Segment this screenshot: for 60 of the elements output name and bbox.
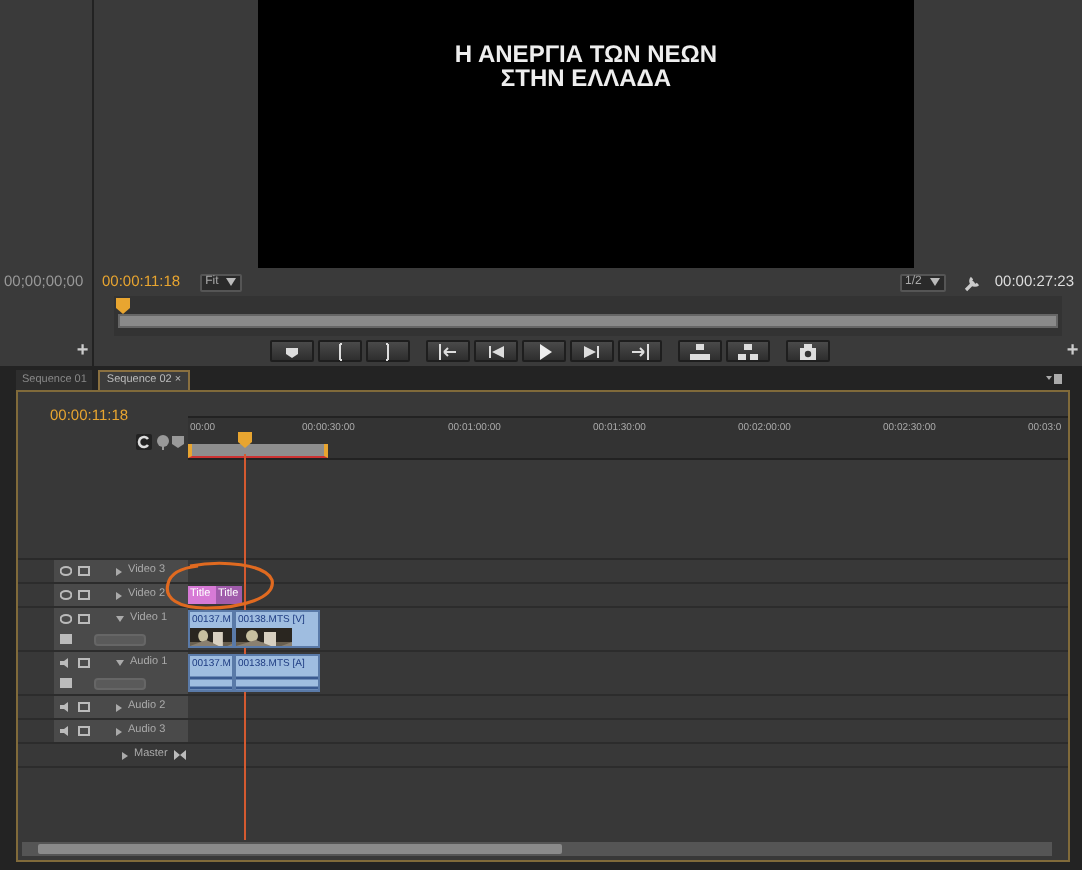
waveform-drawing — [236, 672, 318, 690]
zoom-scroll-bar[interactable] — [118, 314, 1058, 328]
expand-triangle-icon[interactable] — [116, 567, 122, 575]
eye-icon[interactable] — [60, 590, 72, 600]
go-to-out-button[interactable] — [618, 340, 663, 362]
playhead-icon[interactable] — [116, 298, 130, 314]
waveform-drawing — [190, 672, 232, 690]
lift-button[interactable] — [678, 340, 723, 362]
playhead-line[interactable] — [244, 454, 246, 840]
step-forward-icon — [582, 341, 603, 361]
settings-icon[interactable] — [964, 273, 983, 291]
go-to-in-icon — [438, 341, 459, 361]
expand-triangle-icon[interactable] — [116, 591, 122, 599]
expand-triangle-icon[interactable] — [116, 703, 122, 711]
step-forward-button[interactable] — [570, 340, 615, 362]
speaker-icon[interactable] — [60, 658, 72, 668]
go-to-in-button[interactable] — [426, 340, 471, 362]
play-icon — [534, 341, 555, 361]
time-ruler[interactable] — [114, 296, 1062, 336]
play-button[interactable] — [522, 340, 567, 362]
horizontal-scroll-bar[interactable] — [22, 842, 1052, 856]
speaker-icon[interactable] — [60, 702, 72, 712]
bow-tie-icon — [173, 750, 186, 760]
work-area-bar[interactable] — [188, 444, 328, 458]
title-text: Η ΑΝΕΡΓΙΑ ΤΩΝ ΝΕΩΝ — [454, 42, 718, 66]
track-lock-icon[interactable] — [78, 658, 90, 668]
panel-menu-icon[interactable] — [1046, 374, 1062, 386]
keyframe-field[interactable] — [94, 633, 146, 645]
caret-icon — [929, 278, 940, 286]
lift-icon — [690, 341, 711, 361]
eye-icon[interactable] — [60, 566, 72, 576]
extract-button[interactable] — [726, 340, 771, 362]
caret-icon — [226, 278, 237, 286]
camera-icon — [798, 341, 819, 361]
track-lock-icon[interactable] — [78, 702, 90, 712]
step-back-icon — [486, 341, 507, 361]
playhead-icon[interactable] — [238, 432, 252, 448]
expand-triangle-icon[interactable] — [116, 616, 124, 622]
expand-triangle-icon[interactable] — [116, 660, 124, 666]
title-text: ΣΤΗΝ ΕΛΛΑΔΑ — [500, 66, 672, 90]
snap-icon[interactable] — [135, 433, 152, 450]
add-button[interactable]: + — [76, 342, 89, 363]
marker-icon[interactable] — [155, 433, 169, 450]
marker-button[interactable] — [270, 340, 315, 362]
mark-out-button[interactable] — [366, 340, 411, 362]
expand-triangle-icon[interactable] — [116, 727, 122, 735]
track-lock-icon[interactable] — [78, 590, 90, 600]
track-lock-icon[interactable] — [78, 566, 90, 576]
speaker-icon[interactable] — [60, 726, 72, 736]
add-button[interactable]: + — [1066, 341, 1079, 361]
keyframe-field[interactable] — [94, 677, 146, 689]
extract-icon — [738, 341, 759, 361]
camera-button[interactable] — [786, 340, 831, 362]
go-to-out-icon — [630, 341, 651, 361]
track-lock-icon[interactable] — [78, 726, 90, 736]
expand-triangle-icon[interactable] — [122, 751, 128, 759]
eye-icon[interactable] — [60, 614, 72, 624]
step-back-button[interactable] — [474, 340, 519, 362]
track-lock-icon[interactable] — [78, 614, 90, 624]
mark-in-button[interactable] — [318, 340, 363, 362]
